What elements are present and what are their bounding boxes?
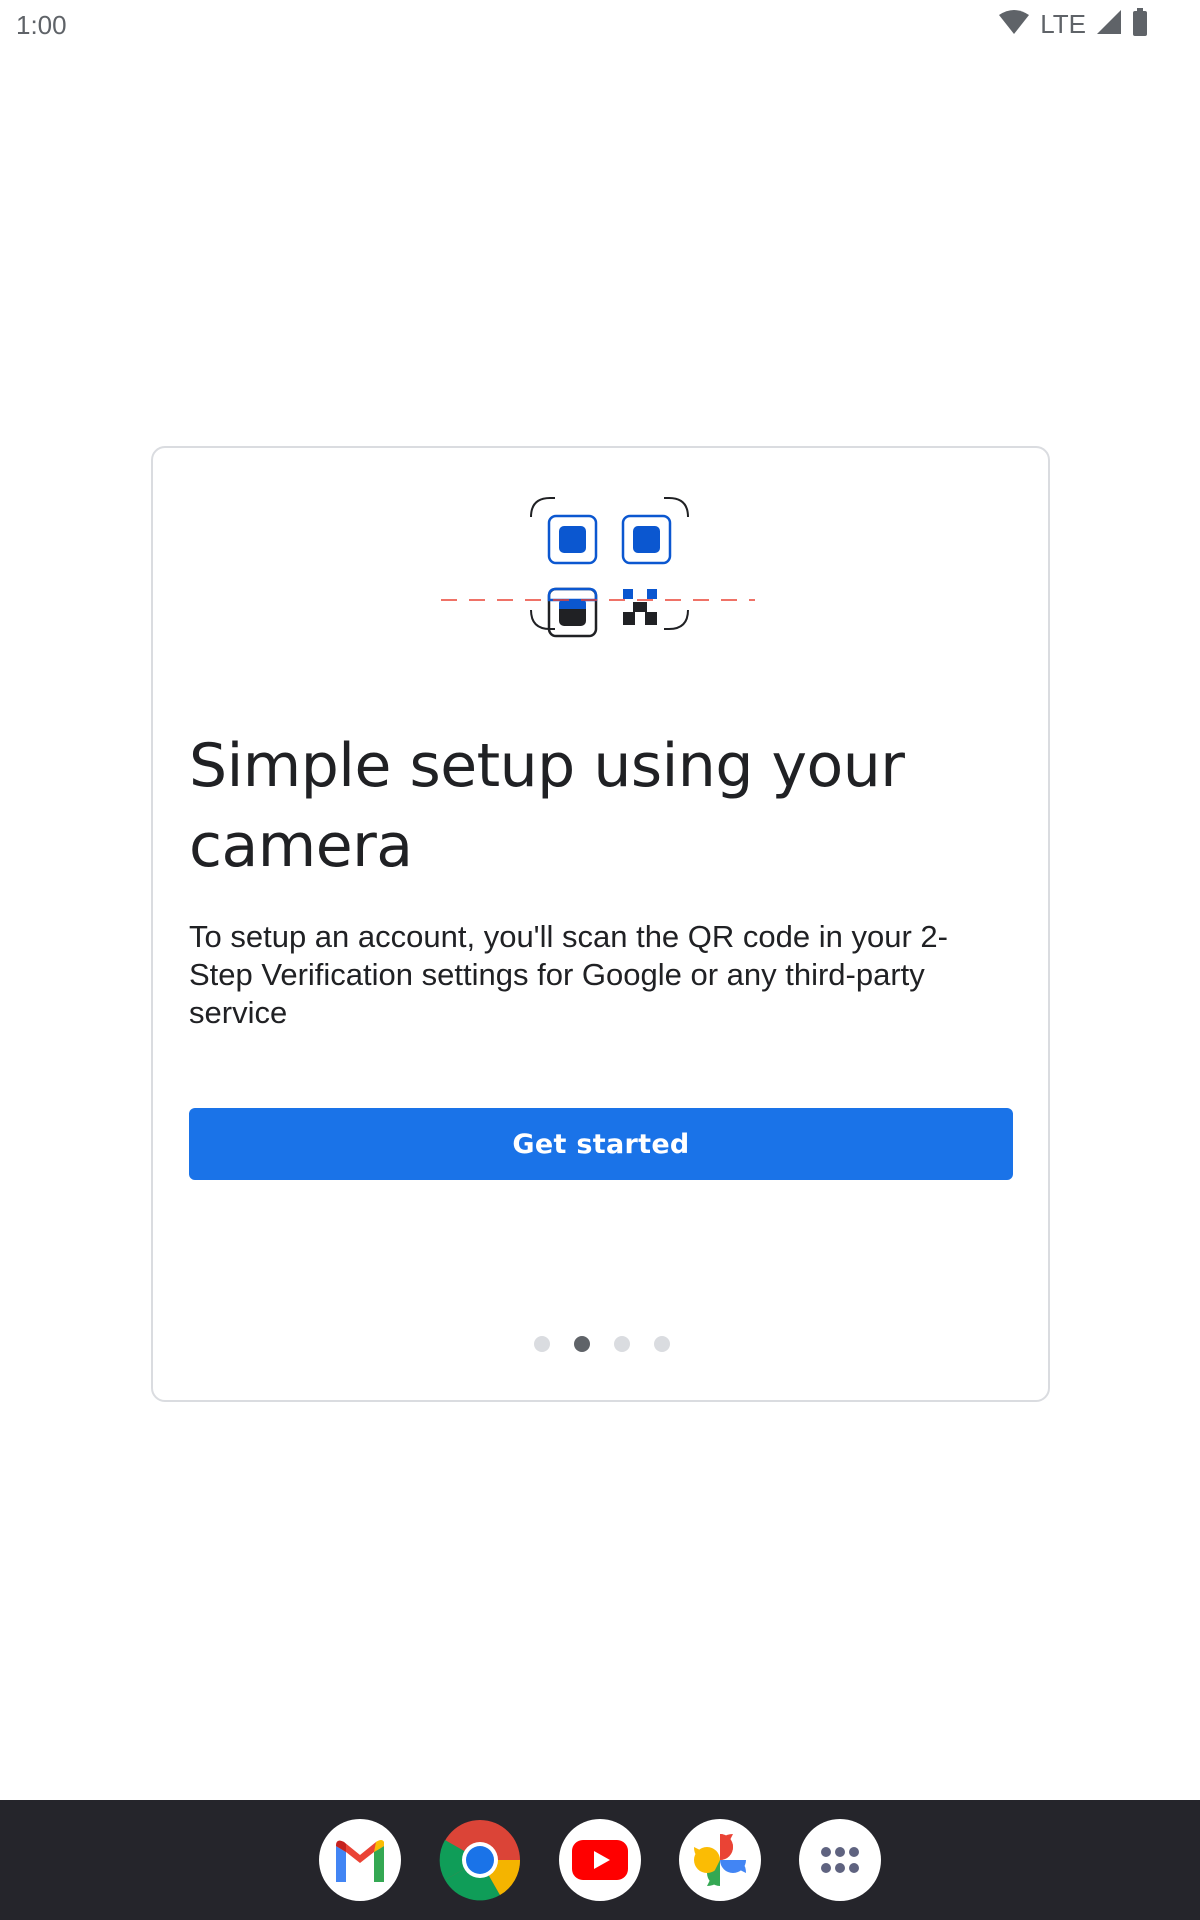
cellular-signal-icon: [1096, 9, 1122, 40]
status-bar: 1:00 LTE: [0, 0, 1200, 50]
description-text: To setup an account, you'll scan the QR …: [189, 919, 948, 1030]
network-type-label: LTE: [1040, 8, 1086, 39]
photos-icon[interactable]: [679, 1819, 761, 1901]
qr-code-scan-illustration: [433, 484, 763, 654]
battery-icon: [1132, 7, 1148, 41]
gmail-icon[interactable]: [319, 1819, 401, 1901]
youtube-icon[interactable]: [559, 1819, 641, 1901]
page-dot-1: [534, 1336, 550, 1352]
page-dot-3: [614, 1336, 630, 1352]
app-dock: [0, 1800, 1200, 1920]
app-drawer-icon[interactable]: [799, 1819, 881, 1901]
onboarding-card[interactable]: Simple setup using your camera To setup …: [151, 446, 1050, 1402]
get-started-button[interactable]: Get started: [189, 1108, 1013, 1180]
wifi-icon: [998, 9, 1030, 40]
status-time: 1:00: [16, 10, 67, 40]
page-indicator: [153, 1336, 1052, 1356]
status-icons: LTE: [998, 7, 1148, 41]
page-dot-2: [574, 1336, 590, 1352]
page-dot-4: [654, 1336, 670, 1352]
chrome-icon[interactable]: [439, 1819, 521, 1901]
page-title: Simple setup using your camera: [189, 731, 905, 881]
